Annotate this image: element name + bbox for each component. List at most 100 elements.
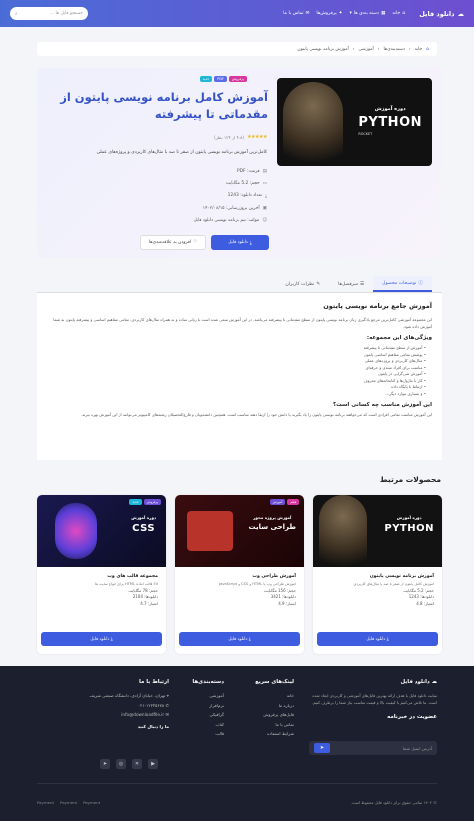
footer-link[interactable]: قالب [174, 731, 224, 741]
download-button[interactable]: ⤓ دانلود فایل [211, 235, 269, 250]
card-rating: امتیاز: 4.9 [278, 600, 296, 606]
search-icon[interactable]: ⌕ [15, 11, 17, 17]
copyright: © ۱۴۰۲ تمامی حقوق برای دانلود فایل محفوظ… [350, 800, 437, 805]
breadcrumb-home[interactable]: خانه [415, 47, 423, 52]
hard-drive-icon: ▭ [262, 181, 267, 187]
product-card[interactable]: دوره آموزش CSS پرفروش جدید مجموعه قالب ها… [37, 495, 166, 654]
nav-bestsellers[interactable]: ✦ پرفروش‌ها [316, 11, 342, 16]
contact-address: ⌖ تهران، خیابان آزادی، دانشگاه صنعتی شری… [89, 693, 169, 698]
breadcrumb-categories[interactable]: دسته‌بندی‌ها [384, 47, 405, 52]
home-icon: ⌂ [426, 46, 429, 52]
payment-logos: Payment Payment Payment [37, 800, 100, 805]
footer-link[interactable]: آموزشی [174, 693, 224, 703]
footer-link[interactable]: گرافیکی [174, 712, 224, 722]
card-downloads: دانلودها: 3421 [270, 594, 296, 599]
telegram-icon[interactable]: ➤ [100, 759, 110, 769]
chevron-down-icon: ▾ [349, 11, 352, 16]
nav-contact[interactable]: ✉ تماس با ما [283, 11, 309, 16]
tab-description[interactable]: ⓘ توضیحات محصول [373, 276, 432, 292]
download-icon: ⤓ [249, 240, 252, 246]
home-icon: ⌂ [402, 11, 406, 16]
card-download-button[interactable]: ⤓ دانلود فایل [179, 632, 300, 646]
card-description: آموزش کامل پایتون از صفر تا صد با مثال‌ه… [353, 582, 434, 586]
footer-about-text: سایت دانلود فایل با هدف ارائه بهترین فای… [311, 693, 437, 705]
brand-logo[interactable]: ☁ دانلود فایل [419, 10, 464, 18]
product-description: کامل‌ترین آموزش برنامه نویسی پایتون از ص… [96, 150, 267, 155]
download-icon: ⤓ [264, 193, 267, 199]
instagram-icon[interactable]: ◎ [116, 759, 126, 769]
card-download-button[interactable]: ⤓ دانلود فایل [41, 632, 162, 646]
features-list: آموزش از سطح مقدماتی تا پیشرفته پوشش تما… [47, 345, 432, 397]
main-nav: ⌂ خانه ▦ دسته بندی ها ▾ ✦ پرفروش‌ها ✉ تماس با… [94, 11, 405, 16]
card-cover-image: دوره آموزش CSS پرفروش جدید [37, 495, 166, 567]
fire-icon: ✦ [338, 11, 343, 16]
card-downloads: دانلودها: 1243 [408, 594, 434, 599]
footer-link[interactable]: نرم‌افزار [174, 703, 224, 713]
card-download-button[interactable]: ⤓ دانلود فایل [317, 632, 438, 646]
info-icon: ⓘ [418, 281, 423, 286]
envelope-icon: ✉ [165, 712, 169, 718]
calendar-icon: ▣ [262, 205, 267, 211]
audience-paragraph: این آموزش مناسب تمامی افرادی است که می‌خ… [80, 412, 432, 417]
snake-figure-image [319, 495, 367, 567]
badge-pdf: PDF [214, 76, 227, 82]
badge-bestseller: پرفروش [228, 76, 247, 82]
contact-email[interactable]: ✉ info@downloadfile.ir [34, 712, 169, 722]
footer-brand: ☁ دانلود فایل [400, 679, 437, 685]
card-cover-image: آموزش پروژه محور طراحی سایت فیلم آموزش [175, 495, 304, 567]
footer: ☁ دانلود فایل سایت دانلود فایل با هدف ار… [0, 666, 474, 821]
heart-icon: ♡ [193, 240, 198, 245]
related-products: دوره آموزش PYTHON آموزش برنامه نویسی پای… [37, 495, 442, 654]
contact-title: ارتباط با ما [139, 679, 169, 685]
product-card[interactable]: آموزش پروژه محور طراحی سایت فیلم آموزش آم… [175, 495, 304, 654]
social-links: ▶ ✕ ◎ ➤ [100, 759, 158, 769]
badge-education: آموزش [269, 499, 286, 505]
footer-link[interactable]: کتاب [174, 722, 224, 732]
abstract-head-illustration [55, 503, 97, 559]
add-to-favorites-button[interactable]: ♡ افزودن به علاقه‌مندی‌ها [140, 235, 206, 250]
description-panel: آموزش جامع برنامه نویسی پایتون این مجموع… [37, 293, 442, 460]
newsletter-email-input[interactable]: آدرس ایمیل شما ➤ [309, 741, 437, 755]
nav-home[interactable]: ⌂ خانه [392, 11, 405, 16]
payment-logo: Payment [37, 800, 55, 805]
list-item: و بسیاری موارد دیگر... [47, 391, 426, 398]
product-title: آموزش کامل برنامه نویسی پایتون از مقدمات… [60, 90, 268, 121]
description-heading: آموزش جامع برنامه نویسی پایتون [323, 302, 432, 310]
tab-reviews[interactable]: ✎ نظرات کاربران [276, 276, 329, 292]
send-button[interactable]: ➤ [314, 743, 330, 753]
search-input[interactable]: جستجو فایل ها ... ⌕ [10, 7, 88, 20]
product-card[interactable]: دوره آموزش PYTHON آموزش برنامه نویسی پای… [313, 495, 442, 654]
audience-heading: این آموزش مناسب چه کسانی است؟ [332, 402, 432, 408]
location-icon: ⌖ [166, 693, 169, 698]
badge-new: جدید [199, 76, 213, 82]
card-description: 50 قالب آماده HTML برای انواع سایت ها [95, 582, 158, 586]
nav-categories[interactable]: ▦ دسته بندی ها ▾ [349, 11, 385, 16]
twitter-icon[interactable]: ✕ [132, 759, 142, 769]
footer-link[interactable]: خانه [234, 693, 294, 703]
tab-syllabus[interactable]: ☰ سرفصل‌ها [329, 276, 373, 292]
payment-logo: Payment [83, 800, 101, 805]
card-title: آموزش طراحی وب [252, 574, 296, 579]
features-heading: ویژگی‌های این مجموعه: [366, 335, 432, 341]
related-products-title: محصولات مرتبط [379, 475, 441, 484]
breadcrumb-education[interactable]: آموزشی [358, 47, 373, 52]
youtube-icon[interactable]: ▶ [148, 759, 158, 769]
breadcrumb: ⌂ خانه ‹ دسته‌بندی‌ها ‹ آموزشی ‹ آموزش برنا… [37, 42, 437, 56]
laptop-illustration [187, 511, 233, 551]
contact-phone[interactable]: ✆ ۰۲۱-۱۲۳۴۵۶۷۸ [34, 703, 169, 713]
footer-link[interactable]: شرایط استفاده [234, 731, 294, 741]
cloud-download-icon: ☁ [431, 679, 437, 685]
payment-logo: Payment [60, 800, 78, 805]
footer-link[interactable]: فایل‌های پرفروش [234, 712, 294, 722]
card-cover-image: دوره آموزش PYTHON [313, 495, 442, 567]
product-rating: ★★★★★ (۴.۸ از ۱۲۴ نظر) [214, 134, 267, 140]
footer-link[interactable]: درباره ما [234, 703, 294, 713]
grid-icon: ▦ [380, 11, 386, 16]
card-title: مجموعه قالب های وب [107, 574, 158, 579]
product-meta: ▤ فرمت: PDF ▭ حجم: 5.2 مگابایت ⤓ تعداد دانل… [193, 168, 267, 224]
categories-title: دسته‌بندی‌ها [192, 679, 224, 685]
card-size: حجم: 78 مگابایت [128, 587, 158, 593]
card-rating: امتیاز: 4.7 [140, 600, 158, 606]
newsletter-title: عضویت در خبرنامه [387, 714, 437, 720]
footer-link[interactable]: تماس با ما [234, 722, 294, 732]
